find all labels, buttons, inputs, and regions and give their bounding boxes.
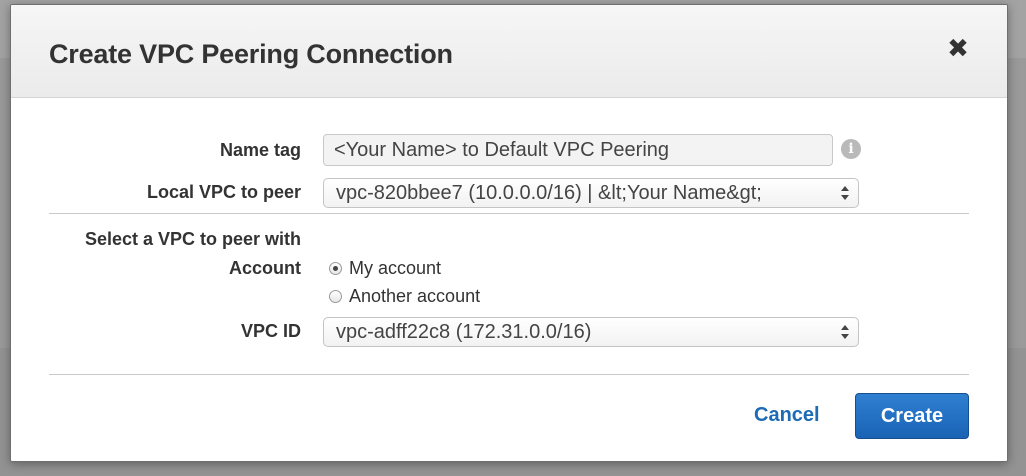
info-icon[interactable]: i: [841, 139, 861, 159]
name-tag-label: Name tag: [219, 140, 301, 160]
dialog-title: Create VPC Peering Connection: [49, 39, 453, 69]
radio-label: Another account: [349, 286, 481, 306]
local-vpc-label: Local VPC to peer: [146, 182, 301, 202]
cancel-button[interactable]: Cancel: [754, 404, 820, 427]
create-vpc-peering-dialog: Create VPC Peering Connection ✖ Name tag…: [10, 4, 1008, 462]
section-divider: [49, 213, 969, 214]
close-icon[interactable]: ✖: [945, 35, 971, 61]
local-vpc-selected-value: vpc-820bbee7 (10.0.0.0/16) | &lt;Your Na…: [336, 182, 762, 204]
select-arrows-icon: [841, 325, 849, 339]
peer-section-heading: Select a VPC to peer with: [84, 229, 301, 249]
vpc-id-select[interactable]: vpc-adff22c8 (172.31.0.0/16): [323, 317, 859, 347]
dialog-header: Create VPC Peering Connection ✖: [11, 5, 1007, 98]
account-label: Account: [229, 258, 301, 278]
vpc-id-selected-value: vpc-adff22c8 (172.31.0.0/16): [336, 321, 592, 343]
select-arrows-icon: [841, 186, 849, 200]
radio-another-account[interactable]: Another account: [327, 286, 527, 308]
radio-label: My account: [349, 258, 442, 278]
radio-button[interactable]: [329, 290, 342, 303]
name-tag-input[interactable]: [323, 134, 833, 166]
footer-divider: [49, 374, 969, 375]
create-button[interactable]: Create: [855, 393, 969, 439]
vpc-id-label: VPC ID: [240, 321, 301, 341]
radio-my-account[interactable]: My account: [327, 258, 527, 280]
radio-button[interactable]: [329, 262, 342, 275]
local-vpc-select[interactable]: vpc-820bbee7 (10.0.0.0/16) | &lt;Your Na…: [323, 178, 859, 208]
